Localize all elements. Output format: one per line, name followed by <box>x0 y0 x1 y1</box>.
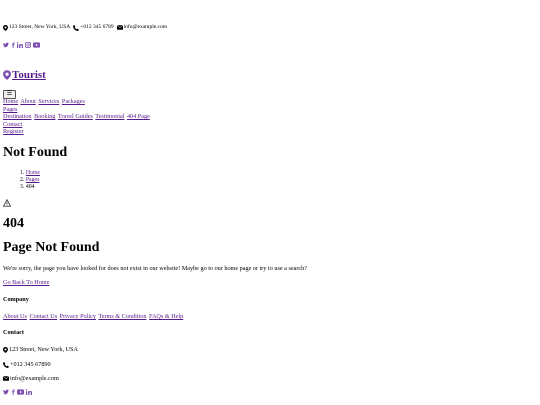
topbar-social-links <box>3 42 40 48</box>
breadcrumb-number: 1. <box>20 170 25 176</box>
breadcrumb-number: 3. <box>20 184 25 190</box>
go-back-home-button[interactable]: Go Back To Home <box>3 279 49 286</box>
warning-icon <box>3 199 11 207</box>
map-marker-icon <box>3 70 11 80</box>
nav-booking[interactable]: Booking <box>34 113 55 120</box>
error-message: We're sorry, the page you have looked fo… <box>3 265 307 272</box>
topbar-phone-text: +012 345 6789 <box>80 24 114 30</box>
linkedin-icon[interactable] <box>17 42 23 48</box>
topbar-email: info@example.com <box>116 24 168 31</box>
nav-404-page[interactable]: 404 Page <box>127 113 150 120</box>
navbar-register-row: Register <box>3 128 25 135</box>
breadcrumb-home-link[interactable]: Home <box>26 170 40 176</box>
register-link[interactable]: Register <box>3 128 24 135</box>
facebook-icon[interactable] <box>11 389 15 395</box>
phone-icon <box>3 361 9 368</box>
breadcrumb-pages-link[interactable]: Pages <box>26 177 40 183</box>
brand-logo[interactable]: Tourist <box>3 69 46 81</box>
footer-phone: +012 345 67890 <box>3 361 51 368</box>
hamburger-icon: ☰ <box>6 91 13 97</box>
footer-link-contact-us[interactable]: Contact Us <box>29 313 57 320</box>
breadcrumb-item-current: 3. 404 <box>20 184 40 191</box>
footer-link-terms[interactable]: Terms & Condition <box>98 313 146 320</box>
linkedin-icon[interactable] <box>26 389 32 395</box>
error-title: Page Not Found <box>3 240 100 255</box>
nav-services[interactable]: Services <box>38 98 59 105</box>
navbar-pages-menu: Destination Booking Travel Guides Testim… <box>3 113 151 120</box>
topbar-address-text: 123 Street, New York, USA <box>9 24 71 30</box>
footer-link-about-us[interactable]: About Us <box>3 313 27 320</box>
topbar-address: 123 Street, New York, USA <box>3 24 70 31</box>
breadcrumb-current: 404 <box>25 184 35 190</box>
topbar-email-text: info@example.com <box>123 24 168 30</box>
footer-link-privacy-policy[interactable]: Privacy Policy <box>60 313 96 320</box>
phone-icon <box>73 24 80 31</box>
nav-pages-dropdown[interactable]: Pages <box>3 106 17 113</box>
breadcrumb-item-pages: 2. Pages <box>20 177 40 184</box>
facebook-icon[interactable] <box>11 42 15 48</box>
footer-address-text: 123 Street, New York, USA <box>9 346 78 353</box>
navbar-main-links: Home About Services Packages <box>3 98 86 105</box>
footer-phone-text: +012 345 67890 <box>10 361 51 368</box>
footer-link-faqs[interactable]: FAQs & Help <box>149 313 183 320</box>
footer-email-text: info@example.com <box>10 375 59 382</box>
error-code: 404 <box>3 216 24 231</box>
map-marker-icon <box>3 346 8 353</box>
page-title: Not Found <box>3 145 68 160</box>
youtube-icon[interactable] <box>33 42 40 48</box>
nav-testimonial[interactable]: Testimonial <box>95 113 124 120</box>
footer-email: info@example.com <box>3 375 59 382</box>
breadcrumb: 1. Home 2. Pages 3. 404 <box>20 170 40 191</box>
breadcrumb-number: 2. <box>20 177 25 183</box>
envelope-icon <box>3 376 9 381</box>
navbar-pages-link: Pages <box>3 106 18 113</box>
nav-packages[interactable]: Packages <box>62 98 85 105</box>
topbar-phone: +012 345 6789 <box>73 24 114 31</box>
nav-about[interactable]: About <box>20 98 35 105</box>
nav-destination[interactable]: Destination <box>3 113 32 120</box>
footer-company-heading: Company <box>3 296 29 303</box>
topbar-contact-info: 123 Street, New York, USA +012 345 6789 … <box>3 24 169 31</box>
nav-home[interactable]: Home <box>3 98 18 105</box>
twitter-icon[interactable] <box>3 389 9 395</box>
breadcrumb-item-home: 1. Home <box>20 170 40 177</box>
footer-contact-heading: Contact <box>3 329 24 336</box>
twitter-icon[interactable] <box>3 42 9 48</box>
footer-social-links <box>3 389 32 395</box>
envelope-icon <box>116 25 123 30</box>
map-marker-icon <box>3 24 8 31</box>
footer-company-links: About Us Contact Us Privacy Policy Terms… <box>3 313 184 320</box>
navbar-contact-row: Contact <box>3 121 23 128</box>
youtube-icon[interactable] <box>17 389 24 395</box>
nav-contact[interactable]: Contact <box>3 121 22 128</box>
instagram-icon[interactable] <box>25 42 31 48</box>
brand-name[interactable]: Tourist <box>12 69 46 81</box>
footer-address: 123 Street, New York, USA <box>3 346 78 353</box>
nav-travel-guides[interactable]: Travel Guides <box>58 113 93 120</box>
